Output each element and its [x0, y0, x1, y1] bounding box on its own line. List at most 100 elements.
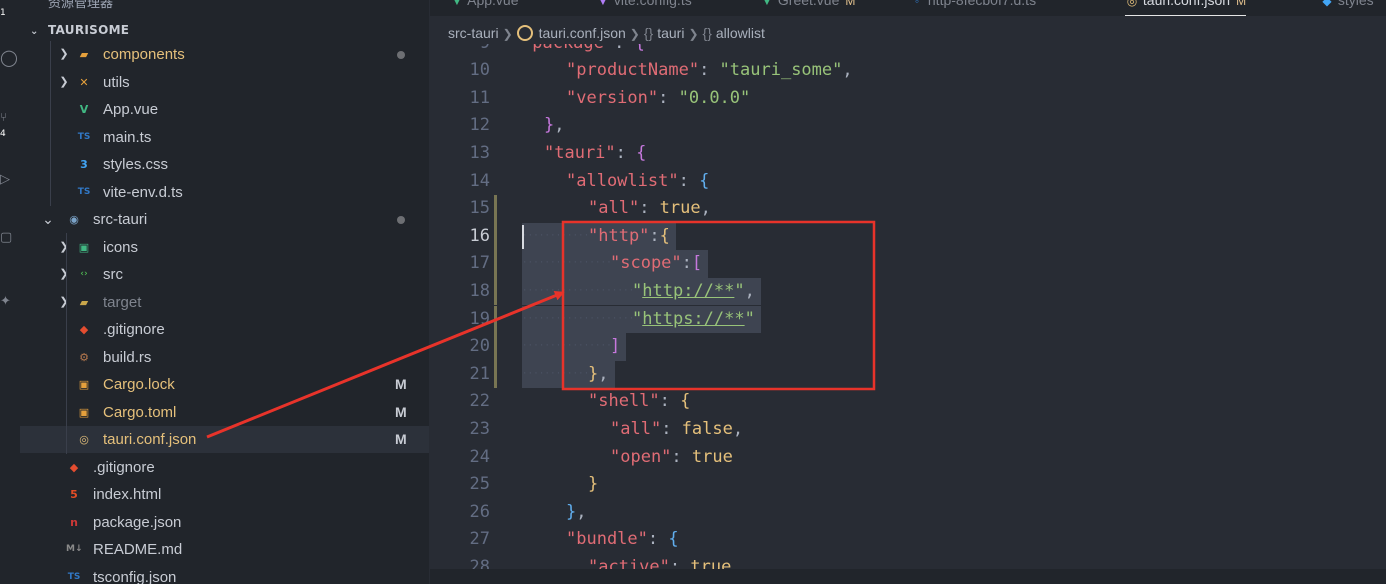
- code-line[interactable]: 24 "open": true: [430, 444, 1386, 472]
- extensions-icon[interactable]: ▢: [0, 230, 20, 245]
- typescript-icon: TS: [77, 131, 91, 142]
- file-tree-item[interactable]: TS main.ts: [20, 124, 429, 151]
- tab[interactable]: ◆ styles: [1320, 0, 1374, 16]
- code-text: "all": false,: [610, 418, 744, 439]
- file-tree-item[interactable]: TS tsconfig.json: [20, 564, 429, 584]
- explorer-sidebar: 资源管理器 ⌄ TAURISOME ❯ ▰ components ❯ ✕ utils V App…: [20, 0, 429, 584]
- cargo-icon: ▣: [78, 378, 90, 391]
- file-tree-item[interactable]: ❯ ‹› src: [20, 261, 429, 288]
- tauri-json-icon: ◎: [1126, 0, 1138, 8]
- file-tree-item[interactable]: TS vite-env.d.ts: [20, 179, 429, 206]
- run-debug-icon[interactable]: ▷: [0, 172, 20, 187]
- code-line[interactable]: 9 "package": {: [430, 44, 1386, 57]
- code-line[interactable]: 20 ················]: [430, 333, 1386, 361]
- code-line[interactable]: 16 ············ "http":{: [430, 222, 1386, 251]
- line-number: 10: [469, 60, 490, 81]
- code-text: "active": true: [588, 556, 732, 569]
- file-tree-item[interactable]: ▣ Cargo.toml M: [20, 399, 429, 426]
- modified-badge: M: [1236, 0, 1247, 8]
- file-tree-item-label: .gitignore: [93, 458, 155, 476]
- source-control-icon[interactable]: ⑂: [0, 110, 20, 124]
- git-icon: ◆: [69, 460, 79, 474]
- whitespace-dots: ············: [522, 368, 590, 379]
- code-line[interactable]: 18 ···················· "http://**",: [430, 277, 1386, 306]
- tab-label: Greet.vue: [774, 0, 840, 8]
- modified-badge: M: [395, 376, 407, 392]
- whitespace-dots: ····················: [522, 285, 635, 296]
- code-line[interactable]: 26},: [430, 499, 1386, 527]
- breadcrumb-folder[interactable]: src-tauri: [448, 25, 499, 41]
- code-editor[interactable]: 9 "package": {10 "productName": "tauri_som…: [430, 44, 1386, 569]
- folder-tauri-icon: ◉: [69, 213, 79, 226]
- line-number: 22: [469, 391, 490, 412]
- file-tree-item[interactable]: M↓ README.md: [20, 536, 429, 563]
- file-tree-item[interactable]: V App.vue: [20, 96, 429, 123]
- file-tree-item[interactable]: ❯ ▣ icons: [20, 234, 429, 261]
- tab[interactable]: ◎ tauri.conf.json M: [1125, 0, 1247, 16]
- code-line[interactable]: 11 "version": "0.0.0": [430, 85, 1386, 113]
- file-tree-item-label: icons: [103, 238, 139, 256]
- code-line[interactable]: 22 "shell": {: [430, 388, 1386, 416]
- tab[interactable]: ◦ http-8fecb0f7.d.ts: [910, 0, 1036, 16]
- code-line[interactable]: 14 "allowlist": {: [430, 168, 1386, 196]
- tab-label: vite.config.ts: [610, 0, 692, 8]
- file-tree-item[interactable]: ❯ ✕ utils: [20, 69, 429, 96]
- file-tree-item-label: utils: [103, 73, 130, 91]
- css-icon: ◆: [1322, 0, 1332, 8]
- chevron-down-icon: ⌄: [30, 26, 39, 37]
- file-tree-item-label: Cargo.lock: [103, 376, 175, 393]
- line-number: 17: [469, 253, 490, 274]
- file-tree-item[interactable]: ◆ .gitignore: [20, 316, 429, 343]
- file-tree-item[interactable]: n package.json: [20, 509, 429, 536]
- file-tree-item[interactable]: ⌄ ◉ src-tauri: [20, 206, 429, 233]
- activity-bar: 1 ◯ ⑂ 4 ▷ ▢ ✦: [0, 0, 20, 584]
- breadcrumb-symbol-tauri[interactable]: tauri: [657, 25, 684, 41]
- code-line[interactable]: 12},: [430, 112, 1386, 140]
- text-cursor: [522, 224, 524, 249]
- file-tree-item[interactable]: ❯ ▰ components: [20, 41, 429, 68]
- tab[interactable]: ▼ Greet.vue M: [760, 0, 855, 16]
- tab-label: styles: [1334, 0, 1374, 8]
- vue-icon: V: [79, 103, 89, 116]
- search-icon[interactable]: ◯: [0, 48, 20, 67]
- code-line[interactable]: 21 ············},: [430, 360, 1386, 389]
- explorer-root-folder[interactable]: ⌄ TAURISOME: [30, 23, 129, 41]
- file-tree-item[interactable]: ❯ ▰ target: [20, 289, 429, 316]
- code-line[interactable]: 27 "bundle": {: [430, 526, 1386, 554]
- file-tree-item[interactable]: 5 index.html: [20, 481, 429, 508]
- tab[interactable]: ▼ App.vue: [450, 0, 518, 16]
- file-tree-item-label: README.md: [93, 541, 183, 558]
- breadcrumb-symbol-allowlist[interactable]: allowlist: [716, 25, 765, 41]
- whitespace-dots: ················: [522, 258, 612, 269]
- code-text: },: [566, 501, 587, 522]
- code-text: "http":{: [588, 225, 670, 246]
- modified-gutter-mark: [494, 277, 497, 306]
- chevron-right-icon: ❯: [59, 75, 69, 88]
- tab[interactable]: ▼ vite.config.ts: [596, 0, 692, 16]
- remote-icon[interactable]: ✦: [0, 294, 20, 309]
- file-tree-item[interactable]: ⚙ build.rs: [20, 344, 429, 371]
- code-line[interactable]: 10 "productName": "tauri_some",: [430, 57, 1386, 85]
- file-tree-item[interactable]: ▣ Cargo.lock M: [20, 371, 429, 398]
- file-tree-item-label: .gitignore: [103, 321, 165, 338]
- code-line[interactable]: 28 "active": true: [430, 554, 1386, 569]
- vue-icon: ▼: [761, 0, 773, 8]
- code-text: "tauri": {: [544, 142, 647, 163]
- breadcrumb-file[interactable]: tauri.conf.json: [539, 25, 626, 41]
- code-line[interactable]: 25}: [430, 471, 1386, 499]
- code-line[interactable]: 19 ···················· "https://**": [430, 305, 1386, 334]
- code-line[interactable]: 13 "tauri": {: [430, 140, 1386, 168]
- npm-icon: n: [70, 515, 78, 529]
- code-line[interactable]: 17 ················ "scope":[: [430, 250, 1386, 278]
- file-tree-item[interactable]: ◆ .gitignore: [20, 454, 429, 481]
- vue-icon: ▼: [451, 0, 463, 8]
- file-tree-item-label: src: [103, 266, 123, 283]
- file-tree-item-label: vite-env.d.ts: [103, 183, 183, 201]
- code-line[interactable]: 23 "all": false,: [430, 416, 1386, 444]
- file-tree-item[interactable]: ◎ tauri.conf.json M: [20, 426, 429, 453]
- html-icon: 5: [70, 488, 78, 501]
- file-tree-item[interactable]: 3 styles.css: [20, 151, 429, 178]
- code-text: "all": true,: [588, 198, 711, 219]
- code-text: "http://**",: [632, 280, 755, 301]
- code-line[interactable]: 15 "all": true,: [430, 195, 1386, 223]
